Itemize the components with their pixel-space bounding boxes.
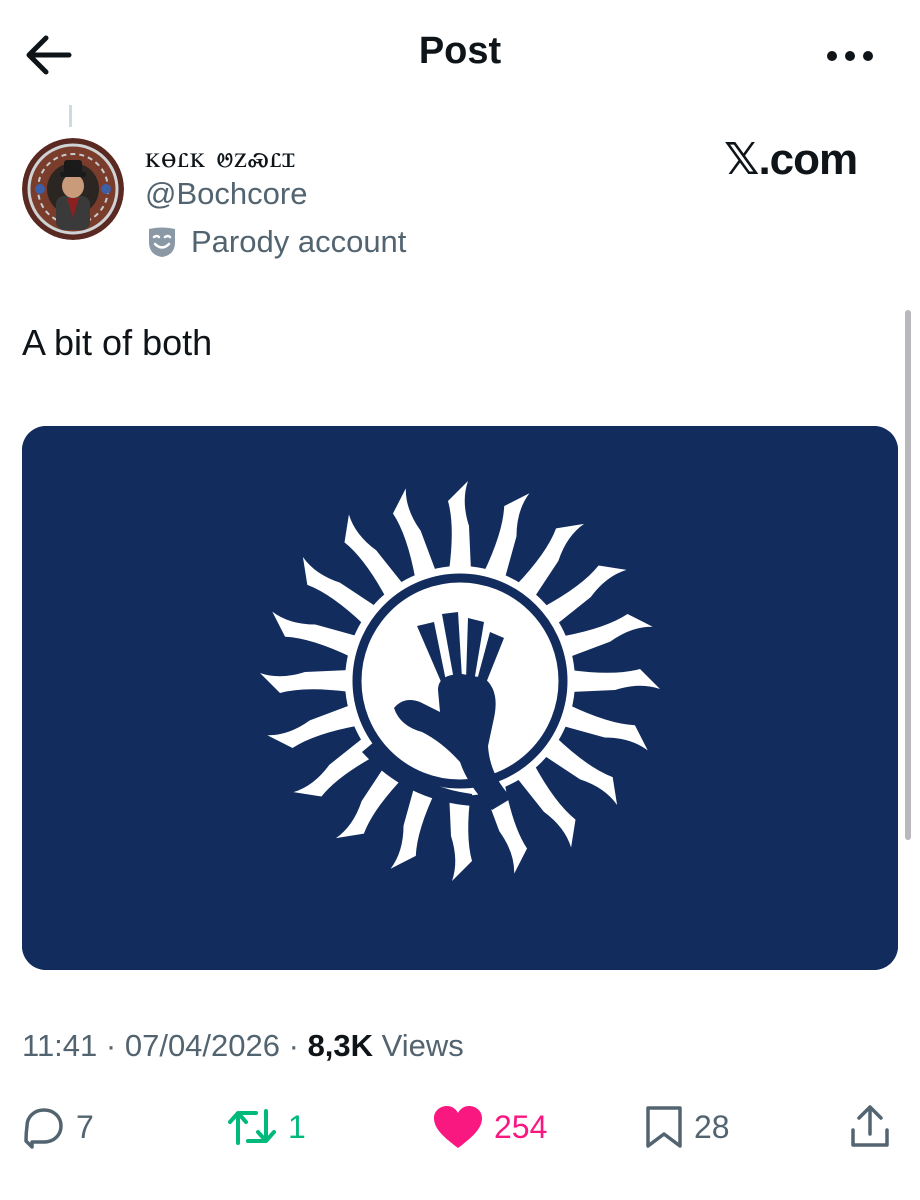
- heart-icon: [434, 1106, 482, 1148]
- x-com-watermark: 𝕏.com: [724, 135, 858, 184]
- theater-mask-icon: [149, 227, 175, 257]
- repost-icon: [228, 1109, 276, 1145]
- meta-separator: ·: [280, 1028, 308, 1063]
- post-image[interactable]: [22, 426, 898, 970]
- bookmark-icon: [646, 1106, 682, 1148]
- reply-count: 7: [76, 1108, 94, 1145]
- user-handle[interactable]: @Bochcore: [145, 176, 307, 212]
- repost-button[interactable]: 1: [226, 1100, 306, 1154]
- page-title: Post: [418, 30, 502, 72]
- more-options-button[interactable]: [822, 36, 878, 76]
- post-time: 11:41: [22, 1028, 98, 1063]
- bookmark-count: 28: [694, 1108, 730, 1145]
- thread-connector-line: [69, 105, 72, 127]
- display-name[interactable]: ꮶꮎꮭꮶ ꮼꮓꮝꮭꮖ: [145, 140, 296, 175]
- post-date: 07/04/2026: [124, 1028, 280, 1063]
- like-button[interactable]: 254: [432, 1100, 547, 1154]
- meta-separator: ·: [97, 1028, 125, 1063]
- repost-count: 1: [288, 1108, 306, 1145]
- reply-icon: [24, 1108, 63, 1149]
- post-meta: 11:41 · 07/04/2026 · 8,3K Views: [22, 1028, 464, 1064]
- views-label: Views: [381, 1028, 464, 1063]
- bookmark-button[interactable]: 28: [644, 1100, 730, 1154]
- like-count: 254: [494, 1108, 548, 1145]
- more-dots-icon: [827, 51, 873, 61]
- post-text: A bit of both: [22, 322, 213, 363]
- views-count[interactable]: 8,3K: [308, 1028, 373, 1063]
- reply-button[interactable]: 7: [22, 1100, 94, 1154]
- parody-account-badge: Parody account: [145, 222, 406, 262]
- share-button[interactable]: [848, 1100, 892, 1154]
- parody-account-label: Parody account: [191, 224, 407, 259]
- share-icon: [851, 1105, 889, 1147]
- scrollbar[interactable]: [905, 310, 911, 840]
- sun-hand-flag-image: [22, 426, 898, 970]
- avatar[interactable]: [22, 138, 124, 240]
